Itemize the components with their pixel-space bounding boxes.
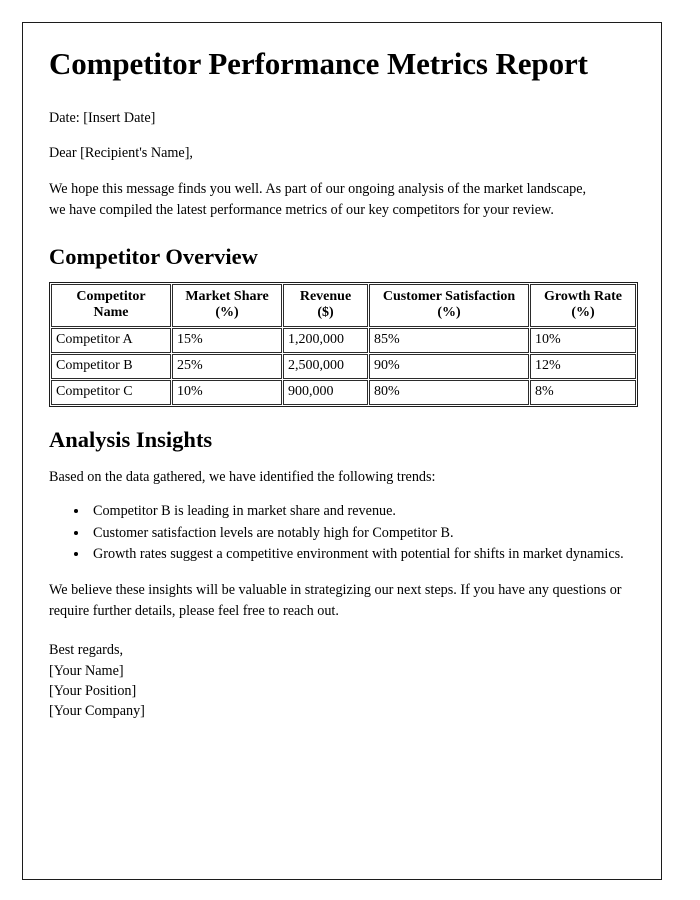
- header-line-2: (%): [215, 305, 239, 321]
- cell-competitor-name: Competitor B: [51, 354, 171, 380]
- header-line-2: (%): [437, 305, 461, 321]
- header-line-1: Market Share: [185, 288, 269, 304]
- signature-closing: Best regards,: [49, 642, 124, 659]
- competitor-metrics-table-wrap: Competitor Name Market Share (%) Revenue…: [49, 281, 638, 407]
- section-heading-analysis-insights: Analysis Insights: [49, 426, 213, 452]
- signature-name: [Your Name]: [49, 662, 124, 679]
- header-line-2: ($): [317, 305, 334, 321]
- insights-intro-paragraph: Based on the data gathered, we have iden…: [49, 468, 436, 485]
- table-row: Competitor B 25% 2,500,000 90% 12%: [51, 354, 636, 380]
- signature-block: Best regards, [Your Name] [Your Position…: [49, 640, 635, 721]
- signature-company: [Your Company]: [49, 702, 145, 719]
- page-title: Competitor Performance Metrics Report: [49, 46, 588, 81]
- cell-revenue: 1,200,000: [283, 328, 368, 354]
- table-header-competitor-name: Competitor Name: [51, 283, 171, 328]
- cell-revenue: 2,500,000: [283, 354, 368, 380]
- header-line-2: (%): [571, 305, 595, 321]
- header-line-1: Revenue: [299, 288, 352, 304]
- list-item: Competitor B is leading in market share …: [89, 501, 628, 522]
- insights-bullet-list: Competitor B is leading in market share …: [49, 501, 635, 565]
- cell-customer-satisfaction: 90%: [369, 354, 529, 380]
- competitor-metrics-table: Competitor Name Market Share (%) Revenue…: [49, 281, 638, 407]
- cell-competitor-name: Competitor A: [51, 328, 171, 354]
- signature-position: [Your Position]: [49, 682, 137, 699]
- salutation-line: Dear [Recipient's Name],: [49, 145, 193, 162]
- cell-growth-rate: 12%: [530, 354, 636, 380]
- list-item: Customer satisfaction levels are notably…: [89, 523, 628, 544]
- document-body: Competitor Performance Metrics Report Da…: [49, 46, 638, 721]
- intro-paragraph: We hope this message finds you well. As …: [49, 181, 587, 219]
- header-line-1: Competitor: [76, 288, 146, 304]
- table-header-market-share: Market Share (%): [172, 283, 282, 328]
- section-heading-competitor-overview: Competitor Overview: [49, 243, 258, 269]
- list-item: Growth rates suggest a competitive envir…: [89, 544, 628, 565]
- closing-paragraph: We believe these insights will be valuab…: [49, 581, 622, 620]
- cell-market-share: 25%: [172, 354, 282, 380]
- table-header-revenue: Revenue ($): [283, 283, 368, 328]
- table-row: Competitor C 10% 900,000 80% 8%: [51, 380, 636, 405]
- table-header-row: Competitor Name Market Share (%) Revenue…: [51, 283, 636, 328]
- cell-market-share: 15%: [172, 328, 282, 354]
- document-page: Competitor Performance Metrics Report Da…: [22, 22, 662, 880]
- cell-revenue: 900,000: [283, 380, 368, 405]
- header-line-1: Growth Rate: [544, 288, 622, 304]
- header-line-1: Customer Satisfaction: [382, 288, 516, 304]
- cell-competitor-name: Competitor C: [51, 380, 171, 405]
- cell-growth-rate: 10%: [530, 328, 636, 354]
- table-header-growth-rate: Growth Rate (%): [530, 283, 636, 328]
- date-line: Date: [Insert Date]: [49, 109, 156, 126]
- table-row: Competitor A 15% 1,200,000 85% 10%: [51, 328, 636, 354]
- cell-customer-satisfaction: 85%: [369, 328, 529, 354]
- cell-growth-rate: 8%: [530, 380, 636, 405]
- cell-market-share: 10%: [172, 380, 282, 405]
- cell-customer-satisfaction: 80%: [369, 380, 529, 405]
- header-line-2: Name: [93, 305, 129, 321]
- table-header-customer-satisfaction: Customer Satisfaction (%): [369, 283, 529, 328]
